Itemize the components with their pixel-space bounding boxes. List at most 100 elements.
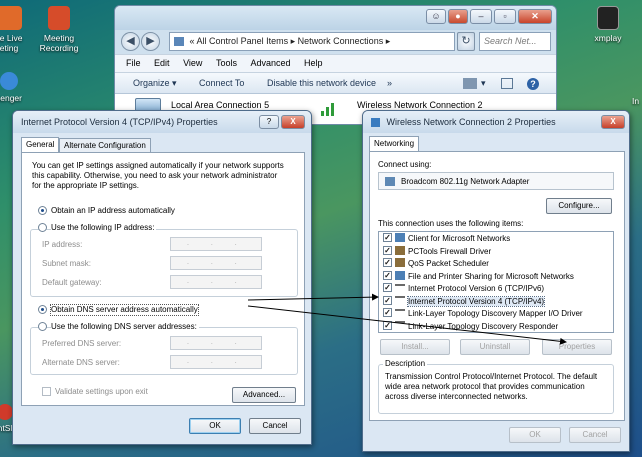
protocol-icon [395, 283, 405, 286]
subnet-mask-field[interactable]: . . . [170, 256, 262, 270]
properties-button[interactable]: Properties [542, 339, 612, 355]
breadcrumb-control-panel[interactable]: All Control Panel Items [197, 36, 289, 46]
driver-icon [395, 258, 405, 268]
desktop-icon-meeting-recording[interactable]: Meeting Recording [36, 6, 82, 53]
help-caption-icon[interactable]: ☺ [426, 9, 446, 24]
more-commands-chevron[interactable]: » [387, 73, 392, 94]
component-item[interactable]: ✓ Link-Layer Topology Discovery Mapper I/… [383, 308, 583, 320]
tab-networking[interactable]: Networking [369, 136, 420, 151]
menu-help[interactable]: Help [304, 58, 323, 68]
description-line: across diverse interconnected networks. [385, 392, 528, 401]
validate-label[interactable]: Validate settings upon exit [55, 387, 148, 397]
adapter-box: Broadcom 802.11g Network Adapter [378, 172, 614, 190]
advanced-button[interactable]: Advanced... [232, 387, 296, 403]
general-panel: You can get IP settings assigned automat… [21, 152, 305, 406]
component-item[interactable]: ✓ Internet Protocol Version 4 (TCP/IPv4) [383, 295, 546, 308]
tab-alternate-configuration[interactable]: Alternate Configuration [59, 138, 151, 152]
desktop-icon-label: Meeting Recording [39, 33, 79, 53]
component-label: Link-Layer Topology Discovery Responder [408, 321, 559, 331]
help-icon[interactable]: ? [527, 78, 539, 90]
use-static-dns-radio[interactable] [38, 322, 47, 331]
components-list[interactable]: ✓ Client for Microsoft Networks ✓ PCTools F… [378, 231, 614, 333]
desktop-icon-messenger[interactable]: senger [0, 72, 26, 103]
component-checkbox[interactable]: ✓ [383, 270, 392, 280]
desktop-icon-live-meeting[interactable]: ce Live eting [0, 6, 28, 53]
component-item[interactable]: ✓ Link-Layer Topology Discovery Responder [383, 320, 559, 333]
close-button[interactable]: X [601, 115, 625, 129]
component-checkbox[interactable]: ✓ [383, 283, 392, 293]
breadcrumb-separator[interactable]: ▸ [291, 36, 296, 46]
disable-device-button[interactable]: Disable this network device [267, 73, 376, 94]
component-item[interactable]: ✓ QoS Packet Scheduler [383, 258, 489, 270]
component-label: QoS Packet Scheduler [408, 259, 489, 268]
minimize-button[interactable]: – [470, 9, 492, 24]
close-button[interactable]: X [281, 115, 305, 129]
menu-file[interactable]: File [126, 58, 141, 68]
close-button[interactable]: ✕ [518, 9, 552, 24]
obtain-dns-auto-label[interactable]: Obtain DNS server address automatically [50, 304, 199, 316]
component-label: Internet Protocol Version 6 (TCP/IPv6) [408, 284, 545, 293]
address-bar[interactable]: « All Control Panel Items ▸ Network Conn… [169, 32, 455, 51]
address-chevron[interactable]: « [190, 36, 195, 46]
menu-tools[interactable]: Tools [216, 58, 237, 68]
uninstall-button[interactable]: Uninstall [460, 339, 530, 355]
obtain-dns-auto-radio[interactable] [38, 305, 47, 314]
menu-bar: File Edit View Tools Advanced Help [115, 54, 556, 72]
install-button[interactable]: Install... [380, 339, 450, 355]
dialog-titlebar: Wireless Network Connection 2 Properties [363, 111, 629, 133]
preview-pane-icon[interactable] [501, 78, 513, 89]
intro-text: for the appropriate IP settings. [32, 181, 140, 190]
address-row: ◀ ▶ « All Control Panel Items ▸ Network … [115, 30, 556, 54]
component-item[interactable]: ✓ PCTools Firewall Driver [383, 245, 491, 258]
forward-button[interactable]: ▶ [141, 32, 160, 51]
component-item[interactable]: ✓ Client for Microsoft Networks [383, 233, 510, 245]
use-static-ip-label[interactable]: Use the following IP address: [51, 223, 157, 233]
maximize-button[interactable]: ▫ [494, 9, 516, 24]
tab-general[interactable]: General [21, 137, 60, 152]
ip-address-label: IP address: [42, 240, 83, 249]
organize-button[interactable]: Organize ▾ [133, 73, 177, 94]
obtain-ip-auto-label[interactable]: Obtain an IP address automatically [51, 206, 175, 216]
component-checkbox[interactable]: ✓ [383, 308, 392, 318]
configure-button[interactable]: Configure... [546, 198, 612, 214]
default-gateway-field[interactable]: . . . [170, 275, 262, 289]
breadcrumb-separator[interactable]: ▸ [386, 36, 391, 46]
refresh-icon[interactable]: ↻ [457, 32, 475, 51]
connect-to-button[interactable]: Connect To [199, 73, 244, 94]
component-checkbox[interactable]: ✓ [383, 258, 392, 268]
obtain-ip-auto-radio[interactable] [38, 206, 47, 215]
view-options-icon[interactable] [463, 78, 477, 89]
component-item[interactable]: ✓ File and Printer Sharing for Microsoft … [383, 270, 574, 283]
command-bar: Organize ▾ Connect To Disable this netwo… [115, 72, 556, 94]
component-checkbox[interactable]: ✓ [383, 245, 392, 255]
dialog-title: Wireless Network Connection 2 Properties [386, 117, 556, 127]
stop-caption-icon[interactable]: ● [448, 9, 468, 24]
ok-button[interactable]: OK [509, 427, 561, 443]
cancel-button[interactable]: Cancel [569, 427, 621, 443]
intro-text: this capability. Otherwise, you need to … [32, 171, 278, 180]
cancel-button[interactable]: Cancel [249, 418, 301, 434]
ip-address-field[interactable]: . . . [170, 237, 262, 251]
desktop-icon-xmplay[interactable]: xmplay [588, 6, 628, 43]
desktop-icon-partial[interactable]: In [632, 96, 642, 106]
preferred-dns-field[interactable]: . . . [170, 336, 262, 350]
alternate-dns-field[interactable]: . . . [170, 355, 262, 369]
use-static-dns-label[interactable]: Use the following DNS server addresses: [51, 322, 199, 332]
view-dropdown-icon[interactable]: ▾ [481, 73, 486, 94]
component-checkbox[interactable]: ✓ [383, 233, 392, 243]
ok-button[interactable]: OK [189, 418, 241, 434]
menu-edit[interactable]: Edit [154, 58, 170, 68]
menu-view[interactable]: View [183, 58, 202, 68]
validate-checkbox[interactable] [42, 387, 51, 396]
search-input[interactable]: Search Net... [479, 32, 551, 51]
back-button[interactable]: ◀ [121, 32, 140, 51]
menu-advanced[interactable]: Advanced [250, 58, 290, 68]
meeting-recording-icon [48, 6, 70, 30]
use-static-ip-radio[interactable] [38, 223, 47, 232]
component-item[interactable]: ✓ Internet Protocol Version 6 (TCP/IPv6) [383, 283, 544, 295]
breadcrumb-network-connections[interactable]: Network Connections [298, 36, 384, 46]
component-checkbox[interactable]: ✓ [383, 295, 392, 305]
client-icon [395, 233, 405, 243]
component-checkbox[interactable]: ✓ [383, 320, 392, 330]
help-button[interactable]: ? [259, 115, 279, 129]
